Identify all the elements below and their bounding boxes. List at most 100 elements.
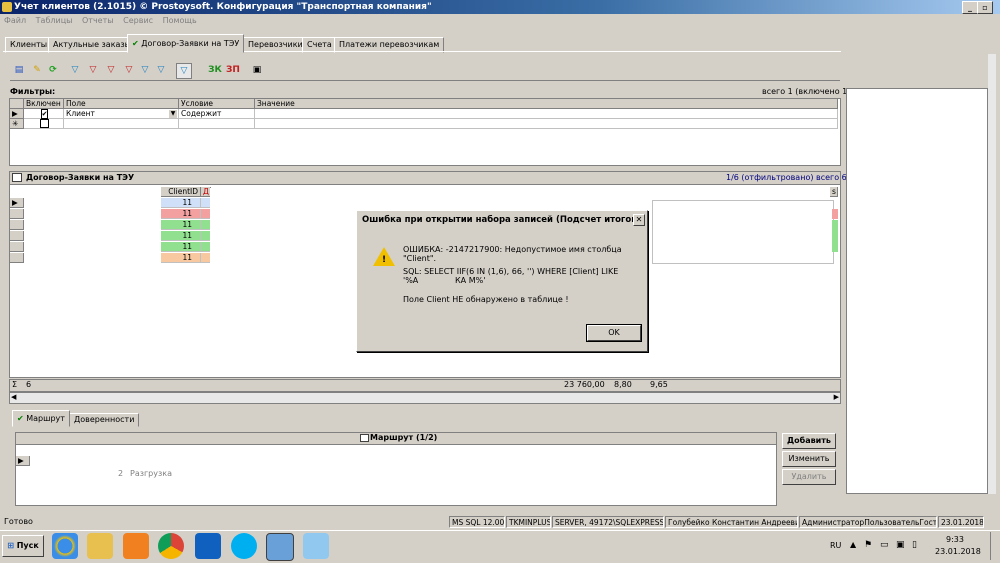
filter-enabled-checkbox[interactable]: ✔ [24, 109, 64, 119]
client-id-cell[interactable]: 11 [161, 198, 201, 208]
language-indicator[interactable]: RU [830, 541, 841, 550]
new-row-icon: ✳ [10, 119, 24, 129]
menu-reports[interactable]: Отчеты [82, 16, 114, 25]
media-player-icon[interactable] [123, 533, 149, 559]
filters-col-field: Поле [64, 99, 179, 109]
outlook-icon[interactable] [195, 533, 221, 559]
check-icon: ✔ [17, 414, 24, 423]
filters-col-value: Значение [255, 99, 838, 109]
filters-rowhdr [10, 99, 24, 109]
btn-3k[interactable]: ЗК [208, 63, 222, 77]
client-id-cell[interactable]: 11 [161, 209, 201, 219]
filters-col-condition: Условие [179, 99, 255, 109]
menu-tables[interactable]: Таблицы [36, 16, 73, 25]
dialog-title: Ошибка при открытии набора записей (Подс… [362, 215, 641, 225]
battery-icon[interactable]: ▯ [912, 540, 917, 550]
vertical-scrollbar[interactable] [988, 54, 996, 494]
scroll-right-icon[interactable]: ▶ [834, 393, 839, 401]
filter-remove-icon[interactable]: ▽ [86, 63, 100, 77]
filter-new-checkbox[interactable] [24, 119, 64, 129]
btn-3p[interactable]: ЗП [226, 63, 240, 77]
footer-sum: 23 760,00 [564, 380, 605, 389]
export-icon[interactable]: ▣ [250, 63, 264, 77]
tab-route[interactable]: ✔ Маршрут [12, 410, 70, 427]
client-id-cell[interactable]: 11 [161, 231, 201, 241]
filter-toggle-icon[interactable]: ▽ [176, 63, 192, 79]
filter-new-value[interactable] [255, 119, 838, 129]
client-id-cell[interactable]: 11 [161, 242, 201, 252]
main-footer [9, 379, 841, 392]
main-grid-summary: 1/6 (отфильтровано) всего 66 [726, 173, 852, 182]
dialog-close-button[interactable]: ✕ [633, 214, 645, 226]
filters-summary: всего 1 (включено 1) [762, 87, 851, 96]
filter-add-icon[interactable]: ▽ [138, 63, 152, 77]
tray-up-icon[interactable]: ▲ [850, 540, 856, 549]
row-color-strip [832, 209, 838, 219]
clock-date[interactable]: 23.01.2018 [935, 547, 981, 556]
minimize-button[interactable]: _ [962, 1, 978, 14]
internet-explorer-icon[interactable] [52, 533, 78, 559]
flag-icon[interactable]: ⚑ [864, 540, 872, 550]
menu-file[interactable]: Файл [4, 16, 26, 25]
paint-app-icon[interactable] [303, 533, 329, 559]
skype-icon[interactable] [231, 533, 257, 559]
filters-title: Фильтры: [10, 87, 56, 96]
display-icon[interactable]: ▣ [896, 540, 905, 550]
filter-value-input[interactable] [255, 109, 838, 119]
sql-message-cont2: КА М%' [455, 276, 486, 285]
filter-field-select[interactable]: Клиент ▼ [64, 109, 179, 119]
footer-v2: 9,65 [650, 380, 668, 389]
delete-button[interactable]: Удалить [782, 469, 836, 485]
menu-help[interactable]: Помощь [163, 16, 197, 25]
filter-new-condition[interactable] [179, 119, 255, 129]
edit-icon[interactable]: ✎ [30, 63, 44, 77]
field-not-found-message: Поле Client НЕ обнаружено в таблице ! [403, 295, 569, 304]
client-id-cell[interactable]: 11 [161, 220, 201, 230]
start-button[interactable]: ⊞ Пуск [2, 535, 44, 557]
horizontal-scrollbar[interactable]: ◀ ▶ [9, 392, 841, 404]
check-icon: ✔ [132, 39, 139, 48]
ok-button[interactable]: OK [586, 324, 642, 342]
chrome-icon[interactable] [158, 533, 184, 559]
filter-condition-select[interactable]: Содержит [179, 109, 255, 119]
main-rowhdr-3 [10, 231, 24, 241]
client-id-cell[interactable]: 11 [161, 253, 201, 263]
file-explorer-icon[interactable] [87, 533, 113, 559]
menu-service[interactable]: Сервис [123, 16, 153, 25]
status-date: 23.01.2018 [938, 516, 984, 528]
filter-delete-icon[interactable]: ▽ [122, 63, 136, 77]
window-title: Учет клиентов (2.1015) © Prostoysoft. Ко… [14, 2, 432, 12]
redacted-area [652, 200, 834, 264]
footer-v1: 8,80 [614, 380, 632, 389]
error-dialog: Ошибка при открытии набора записей (Подс… [356, 210, 648, 352]
show-desktop-button[interactable] [990, 532, 1000, 560]
clock-time[interactable]: 9:33 [946, 535, 964, 544]
settings-app-icon[interactable] [266, 533, 294, 561]
maximize-button[interactable]: ▫ [977, 1, 993, 14]
title-bar: Учет клиентов (2.1015) © Prostoysoft. Ко… [0, 0, 1000, 14]
filter-options-icon[interactable]: ▽ [154, 63, 168, 77]
scroll-left-icon[interactable]: ◀ [11, 393, 16, 401]
route-grid-title: Маршрут (1/2) [370, 433, 438, 442]
warning-icon-mark: ! [382, 255, 387, 265]
filter-new-field[interactable] [64, 119, 179, 129]
status-text: Готово [4, 517, 33, 526]
main-rowhdr-2 [10, 220, 24, 230]
error-message: ОШИБКА: -2147217900: Недопустимое имя ст… [403, 245, 622, 263]
network-icon[interactable]: ▭ [880, 540, 889, 550]
sql-message-cont: '%А [403, 276, 419, 285]
save-icon[interactable]: ▤ [12, 63, 26, 77]
tab-contracts[interactable]: ✔ Договор-Заявки на ТЭУ [127, 34, 245, 53]
dropdown-icon[interactable]: ▼ [169, 110, 177, 118]
filter-icon[interactable]: ▽ [68, 63, 82, 77]
filter-clear-icon[interactable]: ▽ [104, 63, 118, 77]
refresh-icon[interactable]: ⟳ [46, 63, 60, 77]
status-server: SERVER, 49172\SQLEXPRESS [552, 516, 664, 528]
add-button[interactable]: Добавить [782, 433, 836, 449]
edit-button[interactable]: Изменить [782, 451, 836, 467]
tab-power-of-attorney[interactable]: Доверенности [69, 413, 140, 427]
main-grid-title: Договор-Заявки на ТЭУ [26, 173, 135, 182]
main-rowhdr-0: ▶ [10, 198, 24, 208]
status-user-short: TKMINPLUS [506, 516, 551, 528]
main-col-clientid: ClientID [161, 187, 201, 197]
